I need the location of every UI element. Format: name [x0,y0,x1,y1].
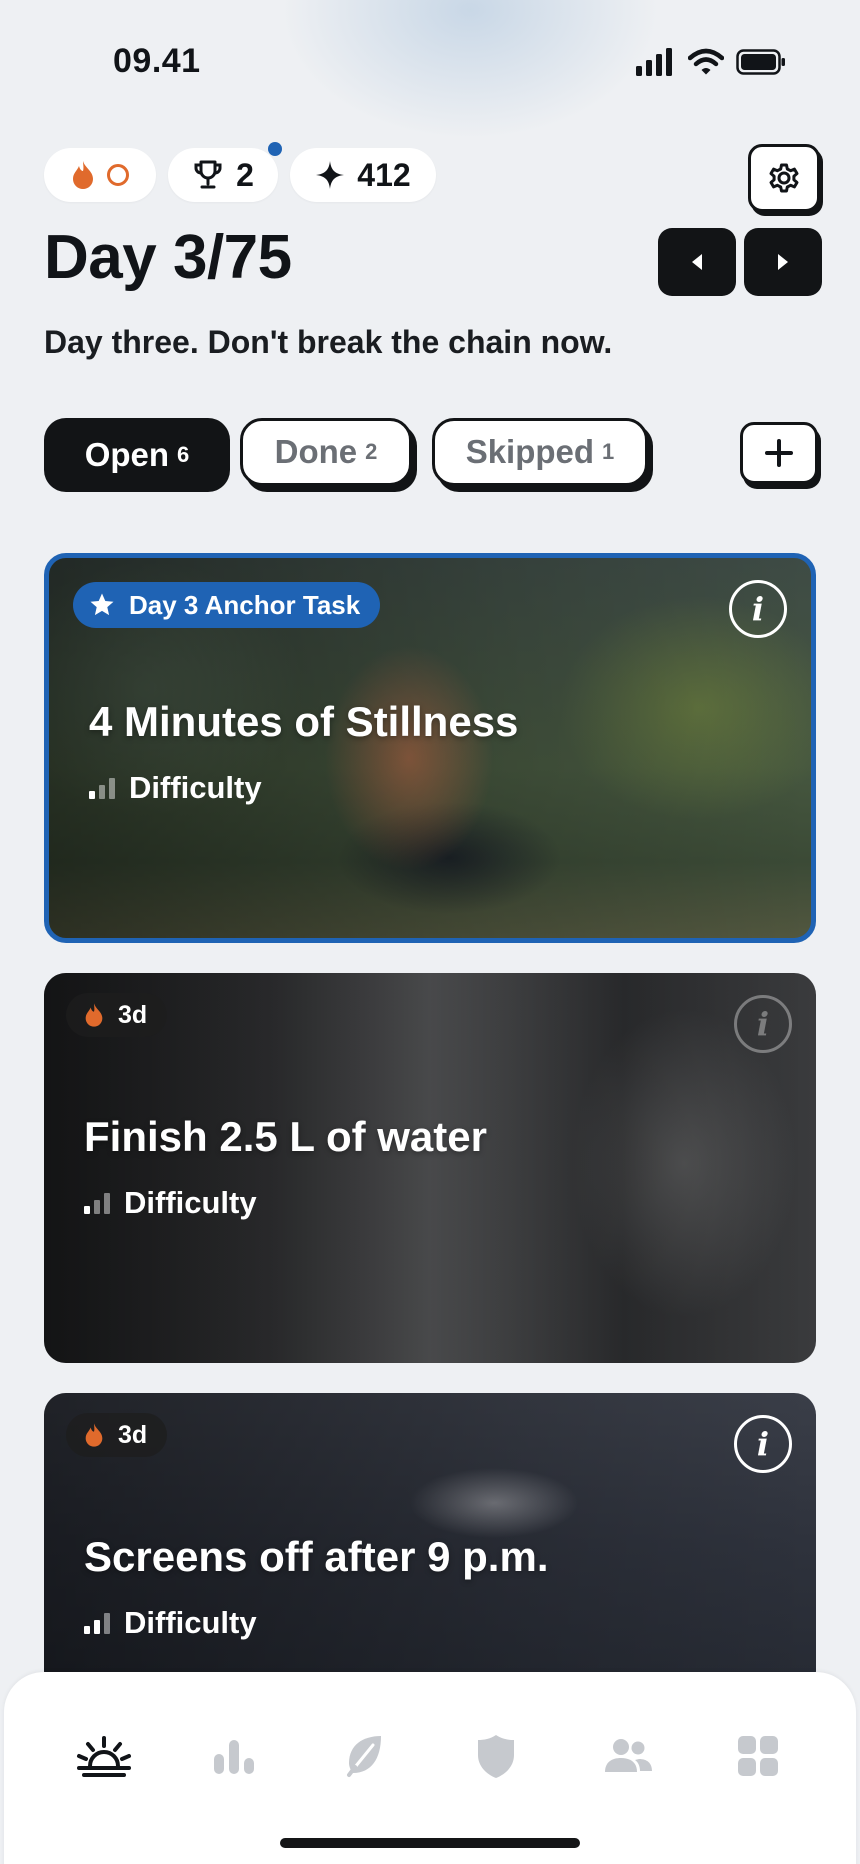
star-icon [90,593,114,616]
leaf-icon [345,1736,381,1779]
difficulty-bars-icon [84,1192,110,1214]
caret-right-icon [778,254,788,270]
difficulty-label: Difficulty [129,770,262,805]
info-icon[interactable]: i [734,1415,792,1473]
tab-done[interactable]: Done 2 [240,418,412,486]
trophy-chip[interactable]: 2 [168,148,278,202]
tab-open[interactable]: Open 6 [44,418,230,492]
page-title: Day 3/75 [44,223,292,292]
card-image-overlay [44,973,816,1363]
people-icon [605,1739,652,1772]
settings-button[interactable] [748,144,820,212]
difficulty-label: Difficulty [124,1605,257,1640]
badge-label: Day 3 Anchor Task [129,589,361,620]
badge-label: 3d [118,1420,148,1449]
notification-dot [268,142,282,156]
streak-chip[interactable] [44,148,156,202]
nav-community[interactable] [598,1728,658,1784]
wifi-icon [688,48,724,75]
home-indicator [280,1838,580,1848]
streak-badge: 3d [66,993,168,1037]
task-card[interactable]: 3d i Finish 2.5 L of water Difficulty [44,973,816,1363]
points-count: 412 [357,156,411,193]
difficulty-bars-icon [84,1612,110,1634]
info-icon[interactable]: i [734,995,792,1053]
trophy-icon [194,160,222,189]
tab-count: 6 [177,442,190,467]
battery-icon [736,49,785,75]
shield-icon [478,1735,514,1778]
difficulty-bars-icon [89,777,115,799]
gear-icon [769,163,799,193]
difficulty-indicator: Difficulty [84,1185,257,1221]
nav-stats[interactable] [204,1728,264,1784]
task-title: Screens off after 9 p.m. [84,1533,549,1580]
page-subtitle: Day three. Don't break the chain now. [44,324,613,360]
streak-badge: 3d [66,1413,168,1457]
trophy-count: 2 [236,156,254,193]
status-time: 09.41 [113,42,201,80]
difficulty-label: Difficulty [124,1185,257,1220]
difficulty-indicator: Difficulty [84,1605,257,1641]
bar-chart-icon [214,1740,254,1774]
nav-today[interactable] [74,1728,134,1784]
info-icon[interactable]: i [729,580,787,638]
points-chip[interactable]: 412 [290,148,436,202]
anchor-task-badge: Day 3 Anchor Task [73,582,381,628]
tab-count: 2 [365,439,378,464]
tab-label: Skipped [465,433,595,470]
plus-icon [765,439,793,467]
tab-skipped[interactable]: Skipped 1 [432,418,648,486]
add-task-button[interactable] [740,422,818,484]
badge-label: 3d [118,1000,148,1029]
status-icons [636,48,786,76]
task-title: Finish 2.5 L of water [84,1113,487,1160]
tab-label: Open [84,436,170,473]
tab-label: Done [274,433,358,470]
grid-icon [738,1736,778,1776]
difficulty-indicator: Difficulty [89,770,262,806]
cellular-signal-icon [636,48,672,76]
tab-count: 1 [602,439,615,464]
task-title: 4 Minutes of Stillness [89,698,519,745]
next-day-button[interactable] [744,228,822,296]
top-glow [280,0,660,140]
caret-left-icon [692,254,702,270]
nav-protection[interactable] [466,1728,526,1784]
flame-icon [85,1423,103,1447]
nav-more[interactable] [728,1728,788,1784]
flame-icon [85,1003,103,1027]
task-card[interactable]: 3d i Screens off after 9 p.m. Difficulty [44,1393,816,1693]
previous-day-button[interactable] [658,228,736,296]
nav-habits[interactable] [334,1728,394,1784]
sunrise-icon [77,1736,131,1777]
flame-icon [73,161,93,189]
sparkle-icon [316,161,345,189]
task-card-anchor[interactable]: Day 3 Anchor Task i 4 Minutes of Stillne… [44,553,816,943]
streak-ring [107,164,129,186]
